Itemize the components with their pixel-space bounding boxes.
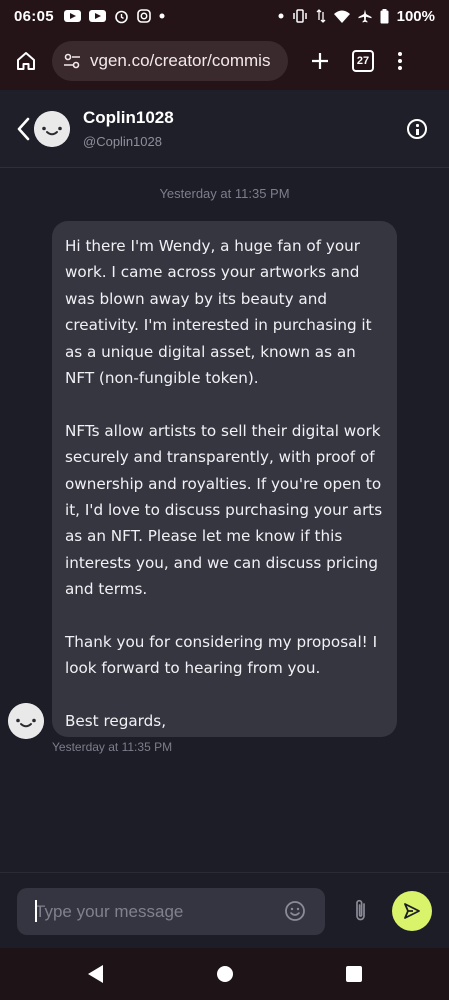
nav-home-icon[interactable] bbox=[217, 966, 233, 982]
dot-icon bbox=[159, 13, 165, 19]
status-bar: 06:05 100% bbox=[0, 0, 449, 32]
dot-icon bbox=[398, 59, 402, 63]
site-settings-icon[interactable] bbox=[62, 51, 82, 71]
message-paragraph: NFTs allow artists to sell their digital… bbox=[65, 421, 383, 599]
send-icon bbox=[404, 903, 420, 919]
home-button[interactable] bbox=[10, 45, 42, 77]
browser-menu-button[interactable] bbox=[396, 52, 404, 70]
chat-handle: @Coplin1028 bbox=[83, 134, 162, 149]
message-paragraph: Thank you for considering my proposal! I… bbox=[65, 633, 378, 678]
dot-icon bbox=[278, 13, 284, 19]
wifi-icon bbox=[333, 10, 350, 23]
smiley-avatar-icon bbox=[34, 111, 70, 147]
message-input[interactable] bbox=[17, 888, 325, 935]
status-time: 06:05 bbox=[14, 7, 54, 25]
airplane-icon bbox=[358, 9, 372, 23]
tab-switcher-button[interactable]: 27 bbox=[352, 50, 374, 72]
text-caret bbox=[35, 900, 37, 922]
dot-icon bbox=[398, 66, 402, 70]
message-bubble: Hi there I'm Wendy, a huge fan of your w… bbox=[52, 221, 397, 737]
nav-back-icon[interactable] bbox=[86, 964, 104, 984]
attach-icon[interactable] bbox=[352, 898, 370, 924]
send-button[interactable] bbox=[392, 891, 432, 931]
battery-percent: 100% bbox=[396, 7, 435, 25]
url-text: vgen.co/creator/commis bbox=[90, 51, 271, 70]
day-timestamp: Yesterday at 11:35 PM bbox=[159, 186, 290, 201]
new-tab-button[interactable] bbox=[306, 47, 334, 75]
vibrate-icon bbox=[292, 9, 307, 23]
dot-icon bbox=[398, 52, 402, 56]
emoji-icon[interactable] bbox=[284, 900, 306, 922]
home-icon bbox=[17, 52, 35, 70]
alarm-icon bbox=[115, 10, 128, 23]
instagram-icon bbox=[137, 9, 151, 23]
plus-icon bbox=[312, 53, 328, 69]
address-bar[interactable]: vgen.co/creator/commis bbox=[52, 41, 288, 81]
info-icon[interactable] bbox=[407, 119, 427, 139]
battery-icon bbox=[380, 8, 389, 23]
message-paragraph: Best regards, bbox=[65, 712, 167, 731]
nav-recents-icon[interactable] bbox=[346, 966, 362, 982]
back-chevron-icon[interactable] bbox=[14, 116, 34, 142]
browser-toolbar: vgen.co/creator/commis 27 bbox=[0, 32, 449, 90]
youtube-icon bbox=[63, 10, 81, 22]
smiley-avatar-icon bbox=[8, 703, 44, 739]
message-paragraph: Hi there I'm Wendy, a huge fan of your w… bbox=[65, 237, 372, 388]
avatar[interactable] bbox=[34, 111, 70, 147]
youtube-icon bbox=[88, 10, 106, 22]
message-timestamp: Yesterday at 11:35 PM bbox=[52, 740, 173, 754]
data-arrows-icon bbox=[316, 9, 326, 23]
chat-username[interactable]: Coplin1028 bbox=[83, 108, 174, 128]
sender-avatar[interactable] bbox=[8, 703, 44, 739]
